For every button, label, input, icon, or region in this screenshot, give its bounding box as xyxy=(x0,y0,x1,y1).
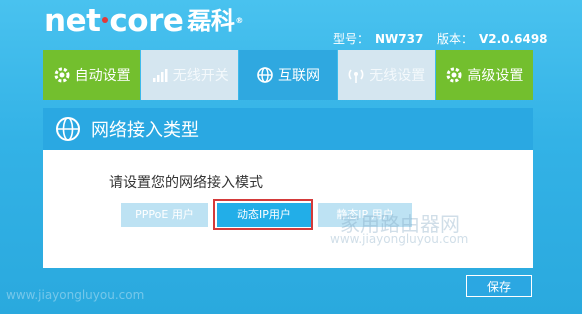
mode-pppoe-button[interactable]: PPPoE 用户 xyxy=(121,203,208,227)
nav-wireless-switch[interactable]: 无线开关 xyxy=(141,50,239,100)
mode-prompt: 请设置您的网络接入模式 xyxy=(109,175,263,191)
version-label: 版本： xyxy=(437,32,474,46)
model-info: 型号： NW737 xyxy=(333,30,423,47)
signal-bars-icon xyxy=(151,66,169,84)
nav-advanced-settings[interactable]: 高级设置 xyxy=(435,50,534,100)
brand-dot xyxy=(102,16,109,23)
version-info: 版本： V2.0.6498 xyxy=(437,30,548,47)
nav-internet-label: 互联网 xyxy=(278,68,320,84)
brand-reg: ® xyxy=(235,16,243,25)
save-button[interactable]: 保存 xyxy=(466,275,532,297)
model-value: NW737 xyxy=(375,32,424,46)
brand-cn: 磊科 xyxy=(187,7,235,35)
brand-name: net xyxy=(44,3,101,39)
nav-auto-setup-label: 自动设置 xyxy=(74,68,131,84)
gear-icon xyxy=(445,66,463,84)
nav-wireless-settings-label: 无线设置 xyxy=(369,68,426,84)
watermark-url-bottom: www.jiayongluyou.com xyxy=(6,288,145,302)
section-title: 网络接入类型 xyxy=(91,120,199,141)
globe-icon xyxy=(55,116,81,142)
nav-wireless-settings[interactable]: 无线设置 xyxy=(337,50,435,100)
main-nav: 自动设置 无线开关 互联网 无线设置 高级设置 xyxy=(43,50,534,100)
brand-logo: net core 磊科® xyxy=(44,4,243,38)
wifi-antenna-icon xyxy=(347,66,365,84)
gear-icon xyxy=(53,66,71,84)
section-header: 网络接入类型 xyxy=(43,108,533,150)
nav-advanced-settings-label: 高级设置 xyxy=(467,68,524,84)
globe-icon xyxy=(256,66,274,84)
nav-internet[interactable]: 互联网 xyxy=(239,50,337,100)
brand-name-tail: core xyxy=(109,3,184,39)
selection-highlight xyxy=(213,199,313,230)
nav-auto-setup[interactable]: 自动设置 xyxy=(43,50,141,100)
watermark-url: www.jiayongluyou.com xyxy=(330,232,469,246)
nav-wireless-switch-label: 无线开关 xyxy=(172,68,229,84)
model-label: 型号： xyxy=(333,32,370,46)
version-value: V2.0.6498 xyxy=(479,32,548,46)
